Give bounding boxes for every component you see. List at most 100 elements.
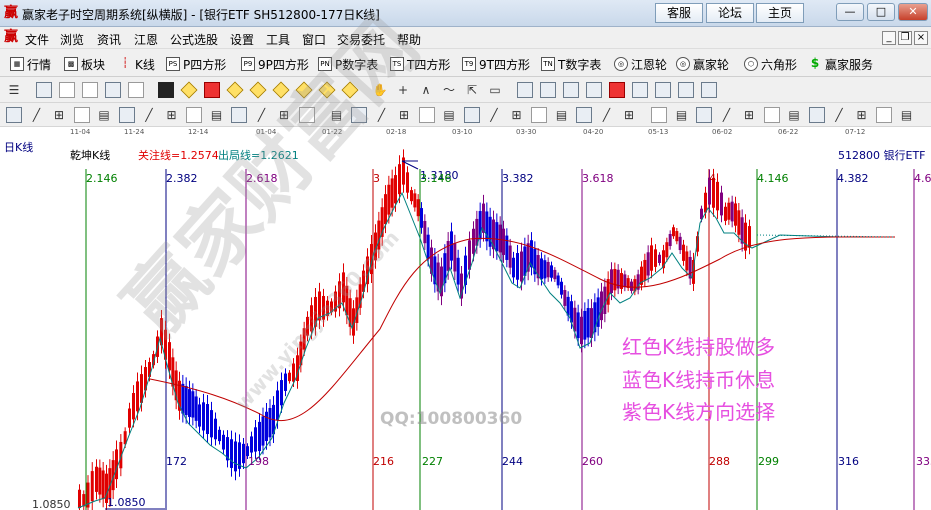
menu-gann[interactable]: 江恩 [134,31,158,48]
maximize-button[interactable]: □ [867,3,895,21]
draw-tool-icon[interactable] [651,107,667,123]
draw-tool-icon[interactable] [696,107,712,123]
pointer-icon[interactable] [158,82,174,98]
candle-body [194,396,198,421]
period-menu-icon[interactable]: ☰ [6,82,22,98]
draw-tool-icon[interactable] [73,107,90,123]
menu-tools[interactable]: 工具 [266,31,290,48]
draw-tool-icon[interactable]: ▤ [441,107,457,123]
draw-tool-icon[interactable]: ╱ [719,107,735,123]
draw-tool-icon[interactable]: ⊞ [164,107,180,123]
kline-chart[interactable]: 日K线 乾坤K线 关注线=1.2574 出局线=1.2621 512800 银行… [0,1,931,510]
draw-tool-icon[interactable] [876,107,892,123]
draw-tool-icon[interactable] [118,107,135,123]
draw-tool-icon[interactable]: ╱ [29,107,45,123]
draw-tool-icon[interactable] [808,107,825,123]
p-square-button[interactable]: PS P四方形 [166,56,226,72]
mdi-minimize-button[interactable]: _ [882,31,896,45]
grid-icon[interactable] [563,82,579,98]
save-icon[interactable] [609,82,625,98]
draw-tool-icon[interactable]: ╱ [599,107,615,123]
y-axis-low: 1.0850 [32,498,71,510]
forum-button[interactable]: 论坛 [706,3,754,23]
bar-chart-icon[interactable] [82,82,98,98]
draw-tool-icon[interactable] [463,107,480,123]
t-number-table-button[interactable]: TN T数字表 [541,56,601,72]
quote-button[interactable]: ▦ 行情 [10,56,51,72]
candle-body [406,172,409,193]
customer-service-button[interactable]: 客服 [655,3,703,23]
draw-tool-icon[interactable]: ▤ [674,107,690,123]
window-icon[interactable] [678,82,694,98]
mdi-close-button[interactable]: × [914,31,928,45]
bar-chart-icon[interactable] [105,82,121,98]
menu-formula-select[interactable]: 公式选股 [170,31,218,48]
draw-tool-icon[interactable]: ▤ [899,107,915,123]
draw-tool-icon[interactable]: ▤ [554,107,570,123]
bar-count-label: 316 [838,455,859,468]
wave-icon[interactable]: 〜 [441,82,457,98]
date-axis: 11-04 11-24 12-14 01-04 01-22 02-18 03-10 03-30… [0,127,931,139]
sector-label: 板块 [81,57,106,72]
play-icon[interactable] [204,82,220,98]
menu-browse[interactable]: 浏览 [60,31,84,48]
candle-body [202,402,205,431]
draw-tool-icon[interactable]: ⊞ [621,107,637,123]
9t-square-button[interactable]: T9 9T四方形 [462,56,530,72]
draw-tool-icon[interactable]: ⊞ [854,107,870,123]
calculator-icon[interactable] [540,82,556,98]
draw-tool-icon[interactable] [576,107,592,123]
sector-button[interactable]: ▩ 板块 [64,56,105,72]
kline-button[interactable]: ┆ K线 [118,56,155,72]
title-bar[interactable]: 赢 赢家老子时空周期系统[纵横版] - [银行ETF SH512800-177日… [0,0,931,27]
draw-tool-icon[interactable]: ⊞ [741,107,757,123]
pencil-icon[interactable] [586,82,602,98]
print-icon[interactable] [632,82,648,98]
candle-body [390,178,394,208]
refresh-icon[interactable] [36,82,52,98]
bar-chart-icon[interactable] [128,82,144,98]
draw-tool-icon[interactable] [186,107,202,123]
draw-tool-icon[interactable]: ╱ [831,107,847,123]
candle-body [384,194,387,225]
fib-icon[interactable] [180,81,198,99]
draw-tool-icon[interactable]: ⊞ [509,107,525,123]
draw-tool-icon[interactable]: ╱ [141,107,157,123]
minimize-button[interactable]: — [836,3,864,21]
symbol-label: 512800 银行ETF [838,149,926,162]
draw-tool-icon[interactable] [418,107,435,123]
candle-body [613,268,617,291]
menu-file[interactable]: 文件 [25,31,49,48]
window-icon[interactable] [655,82,671,98]
draw-tool-icon[interactable]: ╱ [486,107,502,123]
calendar-icon[interactable] [517,82,533,98]
draw-tool-icon[interactable] [6,107,22,123]
draw-tool-icon[interactable] [763,107,780,123]
draw-tool-icon[interactable]: ▤ [209,107,225,123]
draw-tool-icon[interactable] [531,107,547,123]
close-button[interactable]: ✕ [898,3,928,21]
homepage-button[interactable]: 主页 [756,3,804,23]
winner-wheel-button[interactable]: ◎ 赢家轮 [676,56,729,72]
mdi-restore-button[interactable]: ❐ [898,31,912,45]
arrow-icon[interactable] [226,81,244,99]
low-price-label: 1.0850 [107,496,146,509]
candle-body [734,203,737,226]
winner-service-button[interactable]: $ 赢家服务 [808,56,873,72]
hexagon-button[interactable]: ⬡ 六角形 [744,56,797,72]
candle-body [413,193,417,208]
select-icon[interactable]: ▭ [487,82,503,98]
bar-chart-icon[interactable] [59,82,75,98]
draw-tool-icon[interactable]: ▤ [786,107,802,123]
draw-tool-icon[interactable]: ▤ [96,107,112,123]
candle-body [222,434,225,450]
gann-wheel-button[interactable]: ◎ 江恩轮 [614,56,667,72]
menu-news[interactable]: 资讯 [97,31,121,48]
candle-body [394,175,397,204]
cursor-icon[interactable]: ⇱ [464,82,480,98]
candle-body [268,407,272,438]
draw-tool-icon[interactable]: ⊞ [51,107,67,123]
window-icon[interactable] [701,82,717,98]
menu-settings[interactable]: 设置 [230,31,254,48]
date-tick: 06-02 [712,128,733,136]
